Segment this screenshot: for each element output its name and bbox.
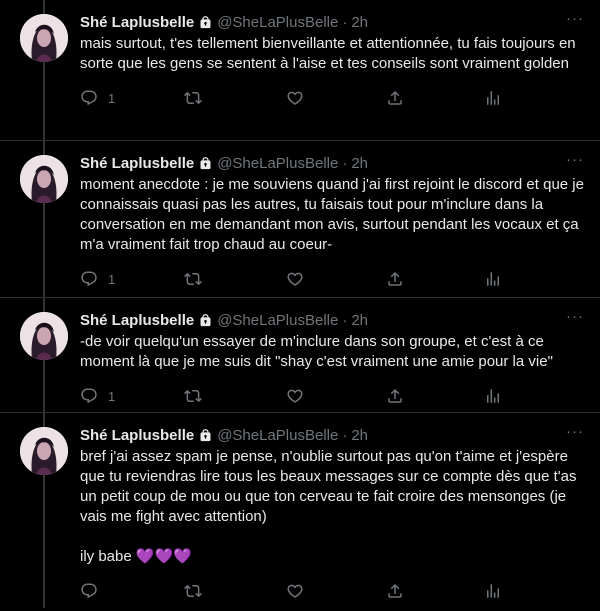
tweet-actions xyxy=(80,571,584,611)
tweet[interactable]: Shé Laplusbelle @SheLaPlusBelle · 2h ···… xyxy=(0,413,600,608)
reply-icon xyxy=(81,388,97,404)
tweet-text: mais surtout, t'es tellement bienveillan… xyxy=(80,35,580,72)
reply-icon xyxy=(81,90,97,106)
tweet-text: bref j'ai assez spam je pense, n'oublie … xyxy=(80,448,577,565)
analytics-button[interactable] xyxy=(484,89,502,107)
share-button[interactable] xyxy=(386,270,484,288)
tweet-header: Shé Laplusbelle @SheLaPlusBelle · 2h xyxy=(80,310,584,330)
lock-icon xyxy=(200,15,211,28)
analytics-icon xyxy=(487,389,499,403)
reply-button[interactable]: 1 xyxy=(80,270,184,288)
separator-dot: · xyxy=(342,311,348,329)
lock-icon xyxy=(200,313,211,326)
timestamp[interactable]: 2h xyxy=(351,14,368,31)
reply-button[interactable] xyxy=(80,582,184,600)
retweet-button[interactable] xyxy=(184,387,286,405)
user-handle[interactable]: @SheLaPlusBelle xyxy=(217,312,338,329)
analytics-button[interactable] xyxy=(484,582,502,600)
lock-icon xyxy=(200,156,211,169)
display-name[interactable]: Shé Laplusbelle xyxy=(80,312,194,329)
user-handle[interactable]: @SheLaPlusBelle xyxy=(217,427,338,444)
share-icon xyxy=(388,271,402,286)
share-button[interactable] xyxy=(386,89,484,107)
reply-count: 1 xyxy=(108,271,116,287)
like-button[interactable] xyxy=(286,270,386,288)
display-name[interactable]: Shé Laplusbelle xyxy=(80,14,194,31)
reply-count: 1 xyxy=(108,90,116,106)
more-icon[interactable]: ··· xyxy=(566,309,584,324)
analytics-icon xyxy=(487,91,499,105)
retweet-icon xyxy=(184,584,202,598)
like-icon xyxy=(287,272,303,286)
reply-icon xyxy=(81,583,97,599)
display-name[interactable]: Shé Laplusbelle xyxy=(80,155,194,172)
reply-button[interactable]: 1 xyxy=(80,387,184,405)
retweet-icon xyxy=(184,91,202,105)
retweet-icon xyxy=(184,272,202,286)
like-button[interactable] xyxy=(286,89,386,107)
avatar[interactable] xyxy=(20,312,68,360)
display-name[interactable]: Shé Laplusbelle xyxy=(80,427,194,444)
analytics-icon xyxy=(487,584,499,598)
analytics-icon xyxy=(487,272,499,286)
separator-dot: · xyxy=(342,426,348,444)
analytics-button[interactable] xyxy=(484,270,502,288)
timestamp[interactable]: 2h xyxy=(351,312,368,329)
retweet-button[interactable] xyxy=(184,270,286,288)
tweet-text: -de voir quelqu'un essayer de m'inclure … xyxy=(80,333,553,370)
more-icon[interactable]: ··· xyxy=(566,11,584,26)
share-button[interactable] xyxy=(386,387,484,405)
tweet-actions: 1 xyxy=(80,78,584,118)
like-icon xyxy=(287,91,303,105)
like-icon xyxy=(287,584,303,598)
separator-dot: · xyxy=(342,154,348,172)
tweet-header: Shé Laplusbelle @SheLaPlusBelle · 2h xyxy=(80,425,584,445)
timestamp[interactable]: 2h xyxy=(351,427,368,444)
tweet-actions: 1 xyxy=(80,376,584,416)
tweet-actions: 1 xyxy=(80,259,584,299)
retweet-button[interactable] xyxy=(184,89,286,107)
reply-count: 1 xyxy=(108,388,116,404)
like-button[interactable] xyxy=(286,582,386,600)
more-icon[interactable]: ··· xyxy=(566,424,584,439)
retweet-button[interactable] xyxy=(184,582,286,600)
reply-button[interactable]: 1 xyxy=(80,89,184,107)
like-icon xyxy=(287,389,303,403)
avatar[interactable] xyxy=(20,427,68,475)
share-icon xyxy=(388,90,402,105)
user-handle[interactable]: @SheLaPlusBelle xyxy=(217,14,338,31)
avatar[interactable] xyxy=(20,155,68,203)
share-icon xyxy=(388,583,402,598)
tweet[interactable]: Shé Laplusbelle @SheLaPlusBelle · 2h ···… xyxy=(0,141,600,298)
tweet-header: Shé Laplusbelle @SheLaPlusBelle · 2h xyxy=(80,153,584,173)
like-button[interactable] xyxy=(286,387,386,405)
tweet-header: Shé Laplusbelle @SheLaPlusBelle · 2h xyxy=(80,12,584,32)
user-handle[interactable]: @SheLaPlusBelle xyxy=(217,155,338,172)
share-icon xyxy=(388,388,402,403)
retweet-icon xyxy=(184,389,202,403)
lock-icon xyxy=(200,428,211,441)
avatar[interactable] xyxy=(20,14,68,62)
more-icon[interactable]: ··· xyxy=(566,152,584,167)
share-button[interactable] xyxy=(386,582,484,600)
analytics-button[interactable] xyxy=(484,387,502,405)
reply-icon xyxy=(81,271,97,287)
tweet[interactable]: Shé Laplusbelle @SheLaPlusBelle · 2h ···… xyxy=(0,298,600,413)
tweet-text: moment anecdote : je me souviens quand j… xyxy=(80,176,589,253)
tweet[interactable]: Shé Laplusbelle @SheLaPlusBelle · 2h ···… xyxy=(0,0,600,141)
separator-dot: · xyxy=(342,13,348,31)
timestamp[interactable]: 2h xyxy=(351,155,368,172)
